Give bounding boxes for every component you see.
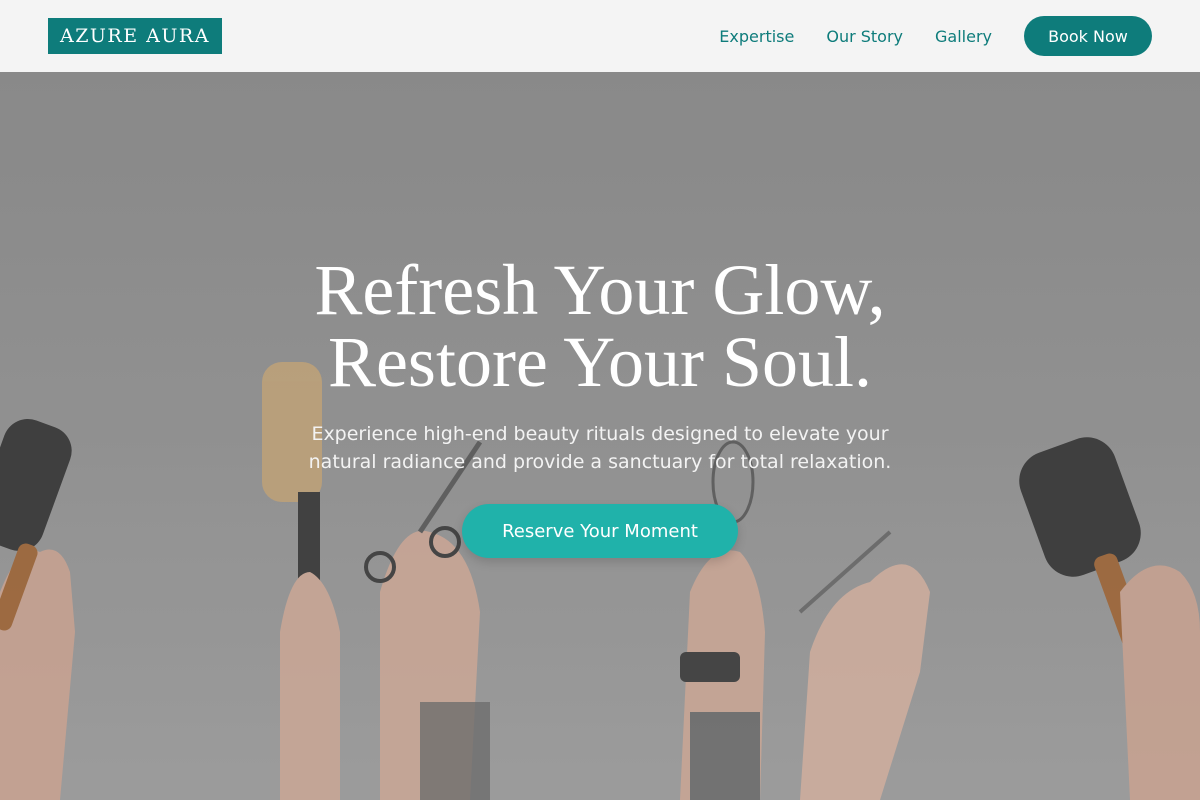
nav-link-expertise[interactable]: Expertise (719, 27, 794, 46)
reserve-button[interactable]: Reserve Your Moment (462, 504, 738, 558)
hero-subtitle-line2: natural radiance and provide a sanctuary… (308, 451, 892, 473)
hero-section: Refresh Your Glow, Restore Your Soul. Ex… (0, 72, 1200, 800)
site-header: AZURE AURA Expertise Our Story Gallery B… (0, 0, 1200, 72)
hero-subtitle: Experience high-end beauty rituals desig… (0, 420, 1200, 476)
nav-link-gallery[interactable]: Gallery (935, 27, 992, 46)
hero-title: Refresh Your Glow, Restore Your Soul. (0, 254, 1200, 398)
hero-content: Refresh Your Glow, Restore Your Soul. Ex… (0, 254, 1200, 558)
hero-subtitle-line1: Experience high-end beauty rituals desig… (311, 423, 889, 445)
logo[interactable]: AZURE AURA (48, 18, 222, 54)
hero-title-line2: Restore Your Soul. (327, 322, 873, 402)
main-nav: Expertise Our Story Gallery Book Now (719, 16, 1152, 56)
nav-link-our-story[interactable]: Our Story (826, 27, 903, 46)
book-now-button[interactable]: Book Now (1024, 16, 1152, 56)
hero-title-line1: Refresh Your Glow, (314, 250, 886, 330)
